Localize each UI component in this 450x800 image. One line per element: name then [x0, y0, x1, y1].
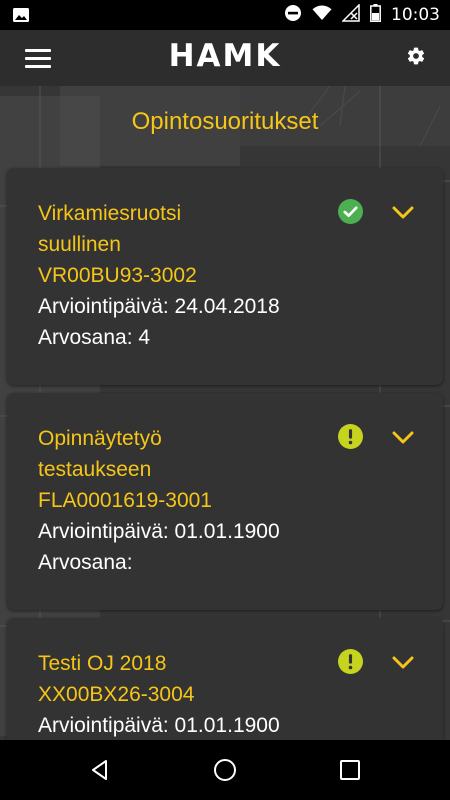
course-name-continued: testaukseen	[38, 458, 152, 481]
course-name: Opinnäytetyö	[38, 427, 162, 450]
grade: Arvosana:	[38, 551, 133, 574]
assessment-date: Arviointipäivä: 01.01.1900	[38, 714, 280, 737]
app-bar: HAMK	[0, 30, 450, 86]
assessment-date: Arviointipäivä: 01.01.1900	[38, 520, 280, 543]
main-content[interactable]: Opintosuoritukset Virkamiesruotsi suulli…	[0, 86, 450, 740]
wifi-icon	[312, 4, 332, 26]
course-code: XX00BX26-3004	[38, 683, 195, 706]
home-icon[interactable]	[213, 758, 237, 782]
chevron-down-icon[interactable]	[392, 431, 414, 445]
course-code: FLA0001619-3001	[38, 489, 212, 512]
course-card[interactable]: Virkamiesruotsi suullinen VR00BU93-3002 …	[7, 168, 443, 385]
assessment-date: Arviointipäivä: 24.04.2018	[38, 295, 280, 318]
page-title: Opintosuoritukset	[131, 108, 319, 135]
status-bar: 10:03	[0, 0, 450, 30]
battery-icon	[370, 3, 381, 27]
chevron-down-icon[interactable]	[392, 656, 414, 670]
gear-icon[interactable]	[406, 46, 426, 66]
do-not-disturb-icon	[284, 4, 302, 27]
course-name-continued: suullinen	[38, 233, 121, 256]
course-name: Virkamiesruotsi	[38, 202, 182, 225]
status-time: 10:03	[391, 5, 440, 25]
course-code: VR00BU93-3002	[38, 264, 197, 287]
system-navigation-bar	[0, 740, 450, 800]
brand-logo: HAMK	[168, 38, 282, 74]
recents-icon[interactable]	[338, 758, 362, 782]
exclamation-circle-icon	[338, 649, 363, 674]
check-circle-icon	[338, 199, 363, 224]
exclamation-circle-icon	[338, 424, 363, 449]
grade: Arvosana: 4	[38, 326, 151, 349]
course-card[interactable]: Opinnäytetyö testaukseen FLA0001619-3001…	[7, 393, 443, 610]
image-notification-icon	[12, 6, 30, 29]
course-name: Testi OJ 2018	[38, 652, 167, 675]
back-icon[interactable]	[88, 758, 112, 782]
course-card[interactable]: Testi OJ 2018 XX00BX26-3004 Arviointipäi…	[7, 618, 443, 740]
no-signal-icon	[341, 2, 360, 27]
chevron-down-icon[interactable]	[392, 206, 414, 220]
